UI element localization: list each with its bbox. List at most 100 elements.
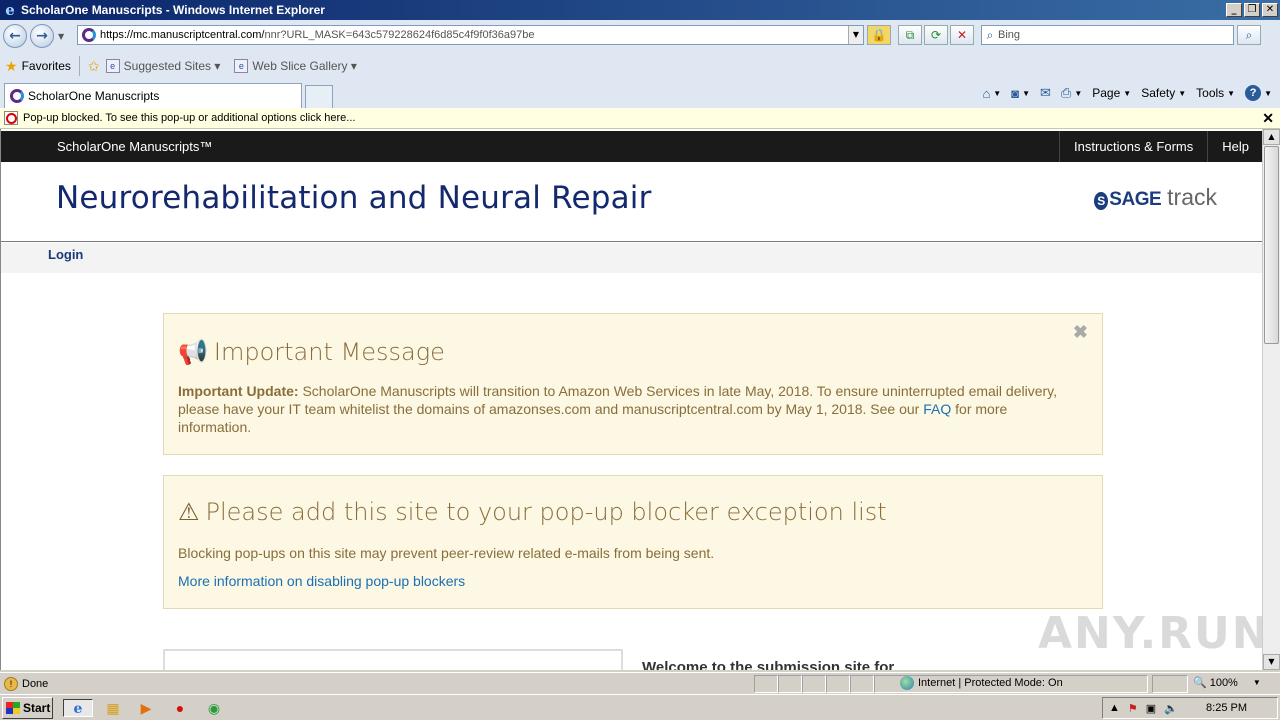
close-infobar-icon[interactable]: ✕ bbox=[1262, 110, 1274, 127]
forward-button[interactable]: → bbox=[30, 24, 54, 48]
popup-blocked-text[interactable]: Pop-up blocked. To see this pop-up or ad… bbox=[23, 112, 355, 124]
safety-menu[interactable]: Safety ▼ bbox=[1141, 86, 1186, 100]
important-message-box: 📢 Important Message ✖ Important Update: … bbox=[163, 313, 1103, 455]
windows-taskbar: Start e ▦ ▶ ● ◉ ▲ ⚑ ▣ 🔈 8:25 PM bbox=[0, 694, 1280, 720]
media-player-icon[interactable]: ▶ bbox=[137, 699, 155, 717]
history-dropdown-icon[interactable]: ▼ bbox=[58, 32, 64, 41]
address-dropdown-icon[interactable]: ▼ bbox=[848, 26, 863, 44]
page-viewport: ScholarOne Manuscripts™ Instructions & F… bbox=[0, 129, 1262, 670]
site-favicon-icon bbox=[10, 89, 24, 103]
ie-taskbar-icon[interactable]: e bbox=[63, 699, 93, 717]
protected-mode-icon[interactable] bbox=[1152, 675, 1188, 693]
message-heading: Important Message bbox=[213, 338, 445, 366]
site-top-bar: ScholarOne Manuscripts™ Instructions & F… bbox=[1, 131, 1262, 162]
zoom-level[interactable]: 🔍 100% ▼ bbox=[1193, 676, 1261, 690]
popup-blocker-warning-box: ⚠ Please add this site to your pop-up bl… bbox=[163, 475, 1103, 609]
add-favorite-icon[interactable]: ✩ bbox=[88, 58, 100, 75]
compatibility-view-icon[interactable]: ⧉ bbox=[898, 25, 922, 45]
instructions-forms-link[interactable]: Instructions & Forms bbox=[1059, 131, 1207, 162]
volume-icon[interactable]: 🔈 bbox=[1164, 702, 1178, 715]
popup-blocked-bar[interactable]: Pop-up blocked. To see this pop-up or ad… bbox=[0, 108, 1280, 129]
vertical-scrollbar[interactable]: ▲ ▼ bbox=[1262, 129, 1280, 670]
search-placeholder: Bing bbox=[998, 29, 1021, 41]
printer-icon: ⎙ bbox=[1060, 85, 1072, 100]
rss-icon: ◙ bbox=[1011, 85, 1020, 101]
mail-button[interactable]: ✉ bbox=[1040, 85, 1051, 101]
scroll-up-icon[interactable]: ▲ bbox=[1263, 129, 1280, 145]
explorer-folder-icon[interactable]: ▦ bbox=[104, 699, 122, 717]
status-text: Done bbox=[22, 677, 49, 690]
system-tray: ▲ ⚑ ▣ 🔈 8:25 PM bbox=[1102, 697, 1278, 719]
home-button[interactable]: ⌂ ▼ bbox=[982, 86, 1001, 101]
journal-title: Neurorehabilitation and Neural Repair bbox=[56, 180, 652, 216]
tools-menu[interactable]: Tools ▼ bbox=[1196, 86, 1235, 100]
favorites-label: Favorites bbox=[21, 59, 71, 73]
brand-name: ScholarOne Manuscripts™ bbox=[57, 139, 213, 154]
search-provider-icon: ⌕ bbox=[986, 27, 994, 42]
login-link[interactable]: Login bbox=[48, 247, 83, 262]
scroll-down-icon[interactable]: ▼ bbox=[1263, 654, 1280, 670]
popup-blocker-info-link[interactable]: More information on disabling pop-up blo… bbox=[178, 573, 465, 589]
page-menu[interactable]: Page ▼ bbox=[1092, 86, 1131, 100]
close-message-icon[interactable]: ✖ bbox=[1073, 322, 1088, 343]
star-icon: ★ bbox=[5, 57, 18, 74]
tab-scholarone[interactable]: ScholarOne Manuscripts bbox=[4, 83, 302, 108]
address-bar[interactable]: https://mc.manuscriptcentral.com/nnr?URL… bbox=[77, 25, 864, 45]
login-nav-bar: Login bbox=[1, 243, 1262, 273]
refresh-icon[interactable]: ⟳ bbox=[924, 25, 948, 45]
scroll-thumb[interactable] bbox=[1264, 146, 1279, 344]
status-bar: ! Done Internet | Protected Mode: On 🔍 1… bbox=[0, 672, 1280, 694]
web-slice-gallery-link[interactable]: e Web Slice Gallery ▾ bbox=[234, 59, 357, 73]
journal-header: Neurorehabilitation and Neural Repair S … bbox=[1, 162, 1262, 242]
new-tab-button[interactable] bbox=[305, 85, 333, 108]
page-warning-icon: ! bbox=[4, 676, 18, 691]
chrome-icon[interactable]: ◉ bbox=[205, 699, 223, 717]
help-icon: ? bbox=[1245, 85, 1262, 101]
feeds-button[interactable]: ◙ ▼ bbox=[1011, 86, 1030, 101]
back-button[interactable]: ← bbox=[3, 24, 27, 48]
forward-arrow-icon: → bbox=[36, 28, 48, 44]
search-button[interactable]: ⌕ bbox=[1237, 25, 1261, 45]
popup-blocked-icon bbox=[4, 111, 18, 125]
windows-logo-icon bbox=[6, 702, 20, 714]
sage-s-icon: S bbox=[1094, 192, 1109, 210]
print-button[interactable]: ⎙ ▼ bbox=[1061, 85, 1082, 101]
megaphone-icon: 📢 bbox=[178, 338, 208, 366]
favorites-button[interactable]: ★ Favorites bbox=[5, 58, 71, 75]
url-text[interactable]: https://mc.manuscriptcentral.com/nnr?URL… bbox=[100, 29, 534, 41]
help-menu[interactable]: ? ▼ bbox=[1245, 85, 1272, 101]
site-favicon-icon bbox=[82, 28, 96, 42]
popup-status-icon[interactable] bbox=[778, 675, 802, 693]
zoom-icon: 🔍 bbox=[1193, 677, 1207, 689]
warning-triangle-icon: ⚠ bbox=[178, 498, 200, 526]
stop-icon[interactable]: ✕ bbox=[950, 25, 974, 45]
address-toolbar: ← → ▼ https://mc.manuscriptcentral.com/n… bbox=[0, 20, 1280, 52]
action-center-icon[interactable]: ⚑ bbox=[1128, 702, 1138, 715]
welcome-heading: Welcome to the submission site for bbox=[642, 659, 895, 670]
restore-button[interactable]: ❐ bbox=[1244, 3, 1260, 17]
close-window-button[interactable]: ✕ bbox=[1262, 3, 1278, 17]
toolbar-divider bbox=[78, 56, 80, 76]
anyrun-watermark: ANY.RUN bbox=[1038, 608, 1271, 659]
minimize-button[interactable]: _ bbox=[1226, 3, 1242, 17]
network-icon[interactable]: ▣ bbox=[1146, 702, 1156, 715]
search-icon: ⌕ bbox=[1245, 28, 1253, 42]
faq-link[interactable]: FAQ bbox=[923, 401, 951, 417]
clock[interactable]: 8:25 PM bbox=[1206, 702, 1247, 714]
favorites-bar: ★ Favorites ✩ e Suggested Sites ▾ e Web … bbox=[0, 52, 1280, 80]
search-input[interactable]: ⌕ Bing bbox=[981, 25, 1234, 45]
internet-globe-icon bbox=[900, 676, 914, 690]
help-link[interactable]: Help bbox=[1207, 131, 1262, 162]
tray-expand-icon[interactable]: ▲ bbox=[1109, 702, 1120, 714]
security-zone[interactable]: Internet | Protected Mode: On bbox=[900, 676, 1063, 690]
suggested-sites-link[interactable]: e Suggested Sites ▾ bbox=[105, 59, 220, 73]
window-title-bar[interactable]: e ScholarOne Manuscripts - Windows Inter… bbox=[0, 0, 1280, 20]
warning-body: Blocking pop-ups on this site may preven… bbox=[178, 545, 715, 561]
tab-bar: ScholarOne Manuscripts ⌂ ▼ ◙ ▼ ✉ ⎙ ▼ Page ▼ … bbox=[0, 80, 1280, 108]
ie-page-icon: e bbox=[105, 59, 120, 73]
window-title: ScholarOne Manuscripts - Windows Interne… bbox=[21, 3, 325, 17]
warning-heading: Please add this site to your pop-up bloc… bbox=[205, 498, 887, 526]
lock-icon[interactable]: 🔒 bbox=[867, 25, 891, 45]
start-button[interactable]: Start bbox=[2, 697, 53, 719]
opera-icon[interactable]: ● bbox=[171, 699, 189, 717]
